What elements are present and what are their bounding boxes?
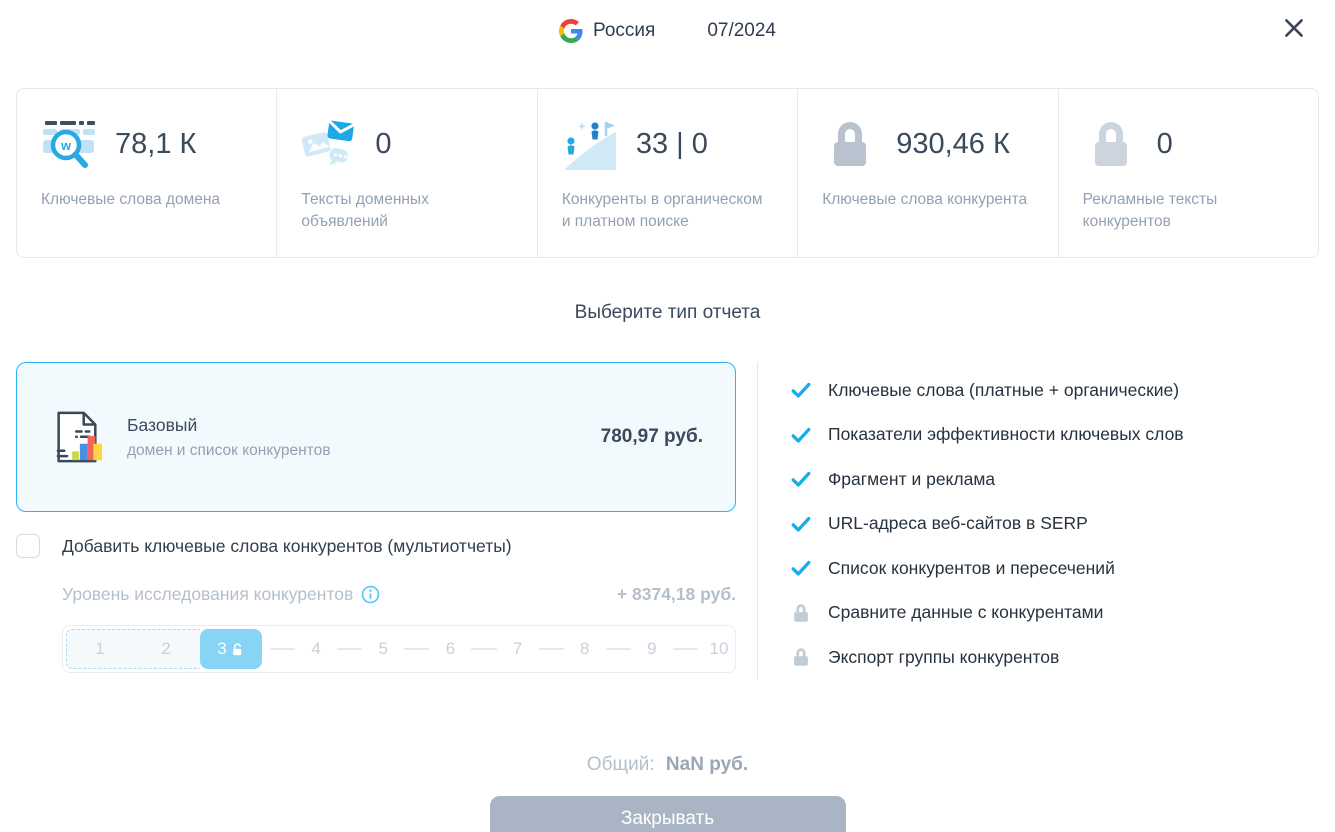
feature-label: Показатели эффективности ключевых слов [828,424,1184,445]
report-purchase-modal: Россия 07/2024 w [0,0,1335,832]
feature-item: Показатели эффективности ключевых слов [790,413,1319,458]
competitors-icon [562,116,618,172]
stat-value: 930,46 К [896,128,1010,161]
stat-label: Конкуренты в органическом и платном поис… [562,189,775,233]
feature-item: Ключевые слова (платные + органические) [790,368,1319,413]
slider-step-4[interactable]: 4 [303,639,329,659]
check-icon [790,513,812,535]
step-dash [606,648,631,651]
total-value: NaN руб. [666,754,748,775]
stat-value: 78,1 К [115,128,196,161]
modal-header: Россия 07/2024 [0,0,1335,62]
multireport-checkbox-row[interactable]: Добавить ключевые слова конкурентов (мул… [16,534,736,558]
lock-icon [1083,116,1139,172]
stat-domain-keywords: w 78,1 К Ключевые слова домена [17,89,276,257]
stat-competitor-ad-texts: 0 Рекламные тексты конкурентов [1058,89,1318,257]
report-card-title: Базовый [127,415,330,436]
step-dash [673,648,698,651]
report-config-area: Базовый домен и список конкурентов 780,9… [16,362,1319,680]
check-icon [790,424,812,446]
slider-step-5[interactable]: 5 [370,639,396,659]
feature-label: Список конкурентов и пересечений [828,558,1115,579]
multireport-checkbox-label: Добавить ключевые слова конкурентов (мул… [62,536,512,557]
close-icon[interactable] [1279,14,1309,44]
lock-icon [790,646,812,668]
choose-report-type-heading: Выберите тип отчета [0,302,1335,324]
info-icon[interactable] [361,585,380,604]
step-dash [270,648,295,651]
slider-step-6[interactable]: 6 [437,639,463,659]
features-list: Ключевые слова (платные + органические) … [790,362,1319,680]
unlock-icon [230,642,245,657]
total-label: Общий: [587,754,655,775]
feature-item: URL-адреса веб-сайтов в SERP [790,502,1319,547]
slider-step-10[interactable]: 10 [706,639,732,659]
research-level-extra-price: + 8374,18 руб. [617,584,736,605]
close-modal-button[interactable]: Закрывать [490,796,846,832]
step-dash [337,648,362,651]
stat-label: Ключевые слова конкурента [822,189,1035,211]
slider-step-2[interactable]: 2 [133,639,199,659]
feature-label: Ключевые слова (платные + органические) [828,380,1179,401]
stat-label: Ключевые слова домена [41,189,254,211]
report-type-card-basic[interactable]: Базовый домен и список конкурентов 780,9… [16,362,736,512]
search-engine-region: Россия [593,20,655,42]
slider-step-1[interactable]: 1 [67,639,133,659]
stat-competitor-keywords: 930,46 К Ключевые слова конкурента [797,89,1057,257]
total-row: Общий: NaN руб. [0,754,1335,776]
slider-included-zone: 1 2 [66,629,200,669]
stat-value: 33 | 0 [636,128,708,161]
check-icon [790,468,812,490]
slider-selected-value: 3 [217,639,226,659]
feature-label: Фрагмент и реклама [828,469,995,490]
stat-label: Рекламные тексты конкурентов [1083,189,1296,233]
domain-stats-bar: w 78,1 К Ключевые слова домена [16,88,1319,258]
slider-upper-steps: 4 5 6 7 8 9 10 [262,639,732,659]
step-dash [471,648,496,651]
report-options-column: Базовый домен и список конкурентов 780,9… [16,362,736,680]
step-dash [404,648,429,651]
domain-keywords-icon: w [41,116,97,172]
stat-domain-ad-texts: 0 Тексты доменных объявлений [276,89,536,257]
header-context: Россия 07/2024 [559,19,776,43]
feature-label: URL-адреса веб-сайтов в SERP [828,513,1088,534]
research-level-label: Уровень исследования конкурентов [62,584,353,605]
stat-competitors: 33 | 0 Конкуренты в органическом и платн… [537,89,797,257]
stat-label: Тексты доменных объявлений [301,189,514,233]
feature-item-locked: Экспорт группы конкурентов [790,635,1319,680]
slider-step-7[interactable]: 7 [505,639,531,659]
slider-step-9[interactable]: 9 [639,639,665,659]
research-level-row: Уровень исследования конкурентов + 8374,… [16,584,736,605]
stat-value: 0 [1157,128,1173,161]
lock-icon [790,602,812,624]
feature-item-locked: Сравните данные с конкурентами [790,591,1319,636]
feature-label: Сравните данные с конкурентами [828,602,1103,623]
feature-item: Фрагмент и реклама [790,457,1319,502]
domain-ad-texts-icon [301,116,357,172]
google-icon [559,19,583,43]
report-card-price: 780,97 руб. [601,426,703,448]
research-level-slider[interactable]: 1 2 3 4 5 6 [62,625,736,673]
report-date: 07/2024 [707,20,776,42]
multireport-checkbox[interactable] [16,534,40,558]
lock-icon [822,116,878,172]
feature-label: Экспорт группы конкурентов [828,647,1059,668]
vertical-divider [757,362,758,680]
report-card-text: Базовый домен и список конкурентов [127,415,330,460]
report-document-icon [49,408,103,466]
check-icon [790,557,812,579]
slider-step-8[interactable]: 8 [572,639,598,659]
feature-item: Список конкурентов и пересечений [790,546,1319,591]
svg-text:w: w [60,138,72,153]
slider-step-3-selected[interactable]: 3 [200,629,262,669]
stat-value: 0 [375,128,391,161]
report-card-subtitle: домен и список конкурентов [127,442,330,460]
check-icon [790,379,812,401]
step-dash [539,648,564,651]
